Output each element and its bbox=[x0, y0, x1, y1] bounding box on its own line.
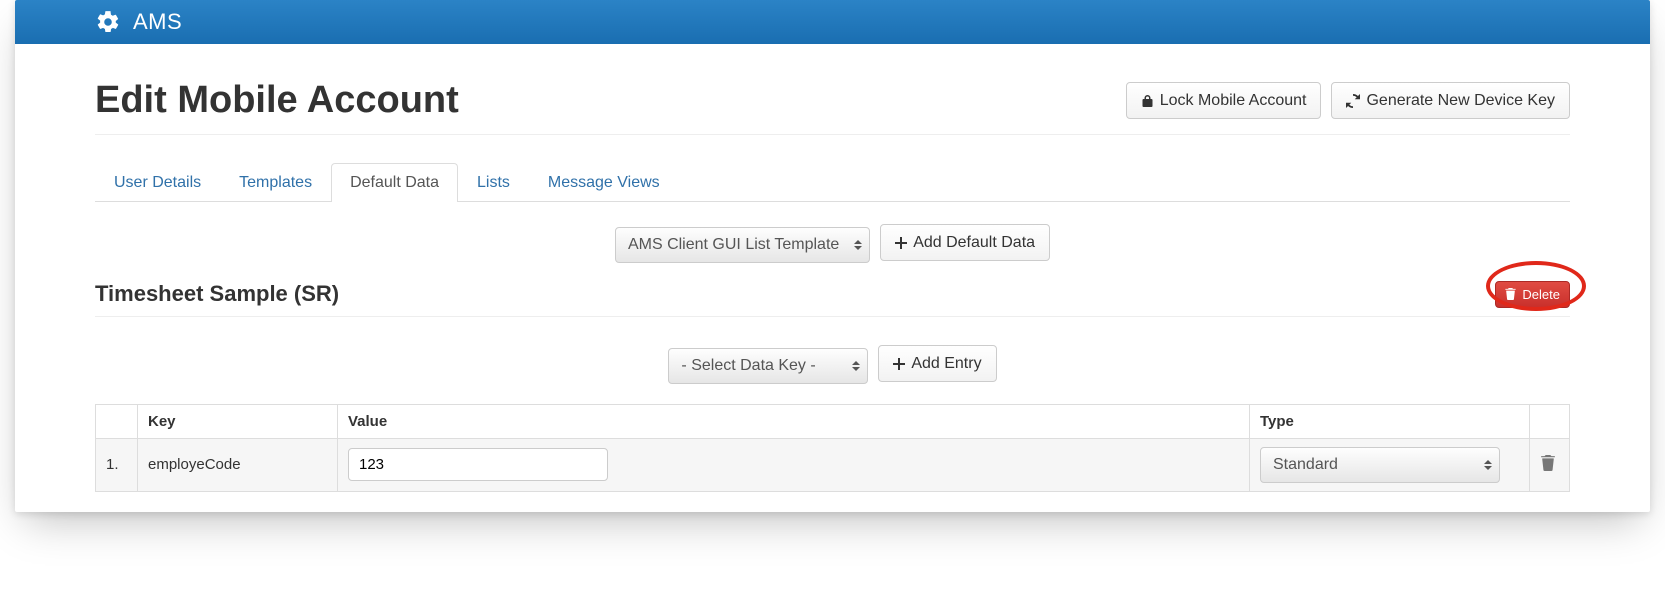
page-title: Edit Mobile Account bbox=[95, 79, 459, 122]
section-title: Timesheet Sample (SR) bbox=[95, 281, 339, 307]
col-header-value: Value bbox=[338, 404, 1250, 438]
sort-arrows-icon bbox=[854, 240, 862, 250]
col-header-actions bbox=[1530, 404, 1570, 438]
col-header-num bbox=[96, 404, 138, 438]
refresh-icon bbox=[1346, 94, 1360, 108]
template-select[interactable]: AMS Client GUI List Template bbox=[615, 227, 870, 263]
add-entry-button[interactable]: Add Entry bbox=[878, 345, 996, 382]
delete-row-button[interactable] bbox=[1540, 458, 1556, 475]
plus-icon bbox=[893, 358, 905, 370]
delete-button-label: Delete bbox=[1522, 287, 1560, 303]
plus-icon bbox=[895, 237, 907, 249]
topbar: AMS bbox=[15, 0, 1650, 44]
app-brand: AMS bbox=[133, 9, 182, 35]
tabs: User Details Templates Default Data List… bbox=[95, 163, 1570, 202]
add-default-data-button[interactable]: Add Default Data bbox=[880, 224, 1050, 261]
gear-icon bbox=[95, 9, 121, 35]
lock-mobile-account-button[interactable]: Lock Mobile Account bbox=[1126, 82, 1322, 119]
add-entry-label: Add Entry bbox=[911, 354, 981, 373]
type-select-value: Standard bbox=[1273, 456, 1338, 473]
col-header-key: Key bbox=[138, 404, 338, 438]
table-row: 1. employeCode Standard bbox=[96, 438, 1570, 491]
row-number: 1. bbox=[96, 438, 138, 491]
row-value-cell bbox=[338, 438, 1250, 491]
col-header-type: Type bbox=[1250, 404, 1530, 438]
lock-button-label: Lock Mobile Account bbox=[1160, 91, 1307, 110]
delete-button[interactable]: Delete bbox=[1495, 281, 1570, 309]
row-key: employeCode bbox=[138, 438, 338, 491]
tab-lists[interactable]: Lists bbox=[458, 163, 529, 202]
tab-default-data[interactable]: Default Data bbox=[331, 163, 458, 202]
template-select-value: AMS Client GUI List Template bbox=[628, 236, 839, 253]
row-actions-cell bbox=[1530, 438, 1570, 491]
entries-table: Key Value Type 1. employeCode Standard bbox=[95, 404, 1570, 492]
sort-arrows-icon bbox=[852, 361, 860, 371]
data-key-select-value: - Select Data Key - bbox=[681, 357, 815, 374]
generate-device-key-button[interactable]: Generate New Device Key bbox=[1331, 82, 1570, 119]
lock-icon bbox=[1141, 94, 1154, 108]
tab-templates[interactable]: Templates bbox=[220, 163, 331, 202]
row-type-cell: Standard bbox=[1250, 438, 1530, 491]
sort-arrows-icon bbox=[1484, 460, 1492, 470]
generate-button-label: Generate New Device Key bbox=[1366, 91, 1555, 110]
add-default-data-label: Add Default Data bbox=[913, 233, 1035, 252]
value-input[interactable] bbox=[348, 448, 608, 481]
trash-icon bbox=[1505, 288, 1516, 300]
data-key-select[interactable]: - Select Data Key - bbox=[668, 348, 868, 384]
tab-user-details[interactable]: User Details bbox=[95, 163, 220, 202]
type-select[interactable]: Standard bbox=[1260, 447, 1500, 483]
tab-message-views[interactable]: Message Views bbox=[529, 163, 679, 202]
